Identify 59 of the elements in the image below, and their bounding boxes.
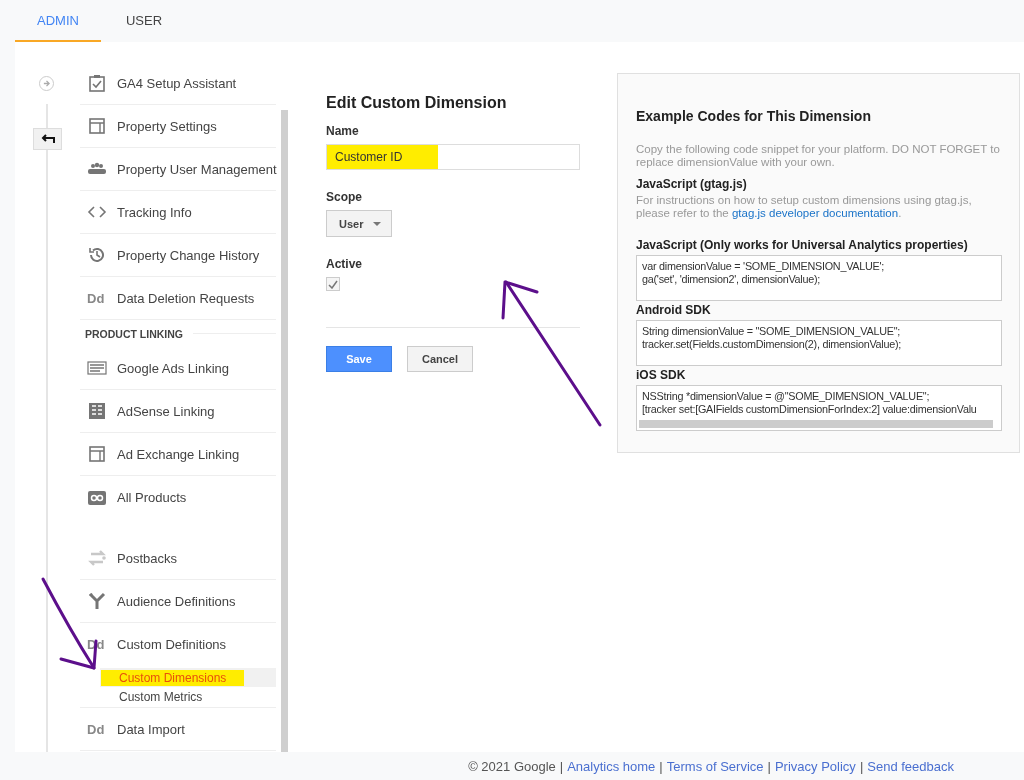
menu-icon	[87, 401, 107, 421]
sidebar-item[interactable]: Property User Management	[117, 161, 277, 177]
separator: |	[659, 758, 663, 774]
cancel-button[interactable]: Cancel	[407, 346, 473, 372]
footer-link[interactable]: Terms of Service	[666, 758, 764, 774]
footer-link[interactable]: Privacy Policy	[774, 758, 856, 774]
code-box[interactable]: String dimensionValue = "SOME_DIMENSION_VALUE"; tracker.set(Fields.customDimension(2), dimensionValue);	[636, 320, 1002, 366]
footer-link[interactable]: Analytics home	[567, 758, 656, 774]
section-heading: JavaScript (gtag.js)	[636, 177, 748, 191]
sidebar-item[interactable]: Property Change History	[117, 247, 260, 263]
footer-link[interactable]: Send feedback	[867, 758, 954, 774]
sidebar-item[interactable]: Tracking Info	[117, 204, 192, 220]
section-heading: Android SDK	[636, 303, 712, 317]
menu-icon	[87, 73, 107, 93]
scrollbar[interactable]	[281, 110, 288, 752]
back-arrow-icon	[40, 134, 55, 144]
section-heading: PRODUCT LINKING	[85, 327, 183, 340]
menu-icon	[87, 116, 107, 136]
sidebar-item[interactable]: Ad Exchange Linking	[117, 446, 240, 462]
scope-dropdown[interactable]: User	[326, 210, 392, 237]
sidebar-item[interactable]: Data Import	[117, 721, 185, 737]
menu-icon	[87, 591, 107, 611]
sidebar-item[interactable]: Postbacks	[117, 550, 177, 566]
code-box[interactable]: var dimensionValue = 'SOME_DIMENSION_VALUE'; ga('set', 'dimension2', dimensionValue);	[636, 255, 1002, 301]
panel-title: Example Codes for This Dimension	[636, 108, 872, 124]
intro-text: Copy the following code snippet for your platform. DO NOT FORGET to replace dimensionValue with your own.	[636, 143, 1001, 169]
name-field[interactable]: Customer ID	[326, 144, 580, 170]
menu-icon	[87, 245, 107, 265]
field-label: Name	[326, 124, 360, 138]
sidebar-item[interactable]: All Products	[117, 490, 187, 505]
separator: |	[559, 758, 564, 774]
section-heading: JavaScript (Only works for Universal Analytics properties)	[636, 238, 969, 252]
sidebar-item[interactable]: Audience Definitions	[117, 593, 236, 609]
sidebar-item[interactable]: Google Ads Linking	[117, 360, 230, 376]
field-label: Scope	[326, 190, 363, 204]
active-checkbox[interactable]	[326, 277, 340, 291]
data-icon: Dd	[87, 290, 107, 306]
sidebar-item[interactable]: Property Settings	[117, 118, 217, 134]
separator: |	[767, 758, 771, 774]
field-label: Active	[326, 257, 364, 271]
menu-icon	[87, 358, 107, 378]
menu-icon	[87, 444, 107, 464]
tab[interactable]: USER	[101, 0, 187, 42]
separator: |	[859, 758, 864, 774]
data-icon: Dd	[87, 721, 107, 737]
caret-icon	[373, 221, 381, 226]
sidebar-item[interactable]: Custom Definitions	[117, 637, 227, 652]
sidebar-subitem[interactable]: Custom Metrics	[100, 687, 276, 706]
section-heading: iOS SDK	[636, 368, 687, 382]
copyright-text: © 2021 Google	[468, 758, 556, 774]
step-icon	[39, 76, 54, 91]
sidebar-item[interactable]: AdSense Linking	[117, 403, 215, 419]
sidebar-item[interactable]: GA4 Setup Assistant	[117, 75, 237, 91]
menu-icon	[87, 548, 107, 568]
form-title: Edit Custom Dimension	[326, 94, 508, 112]
back-button[interactable]	[33, 128, 62, 150]
sidebar-item[interactable]: Data Deletion Requests	[117, 290, 255, 306]
instructions-text: For instructions on how to setup custom dimensions using gtag.js, please refer to the gtag.js developer documentation.	[636, 194, 973, 220]
code-box[interactable]: NSString *dimensionValue = @"SOME_DIMENSION_VALUE"; [tracker set:[GAIFields customDimensionForIndex:2] value:dimensionValu	[636, 385, 1002, 431]
